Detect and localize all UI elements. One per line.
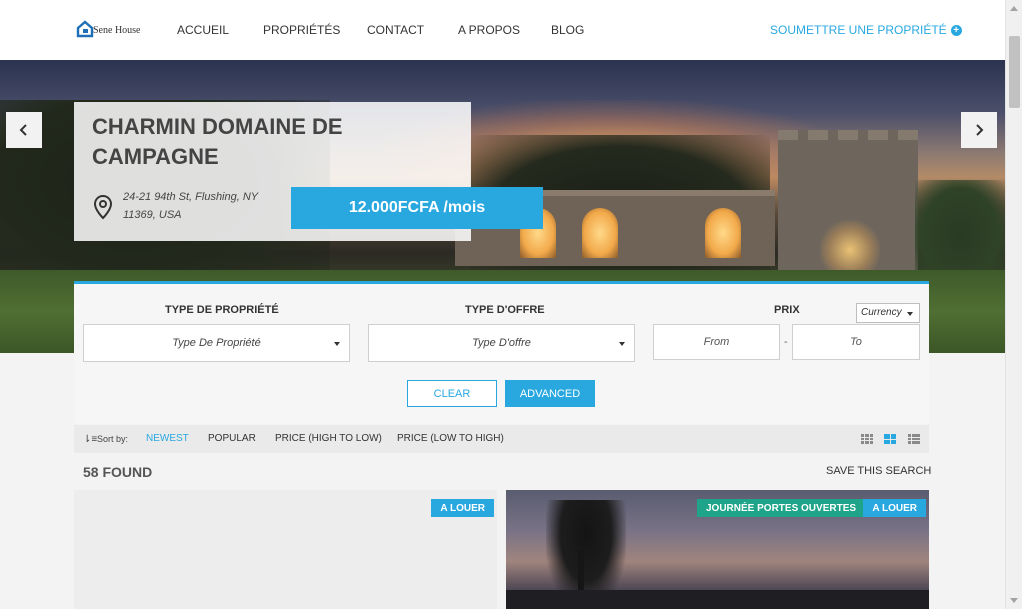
nav-proprietes[interactable]: PROPRIÉTÉS [263, 23, 367, 37]
logo-text: Sene House [93, 25, 141, 36]
chevron-right-icon [976, 124, 984, 136]
caret-down-icon [334, 342, 340, 346]
map-pin-icon [93, 194, 113, 220]
property-type-label: TYPE DE PROPRIÉTÉ [165, 304, 279, 316]
chevron-left-icon [19, 124, 27, 136]
price-to-input[interactable]: To [792, 324, 920, 360]
nav-contact[interactable]: CONTACT [367, 23, 458, 37]
site-logo[interactable]: Sene House [76, 18, 146, 40]
caret-down-icon [619, 342, 625, 346]
site-header: Sene House ACCUEIL PROPRIÉTÉS CONTACT A … [0, 0, 1005, 60]
scroll-down-icon[interactable] [1010, 598, 1018, 603]
property-card[interactable]: JOURNÉE PORTES OUVERTES A LOUER [506, 490, 929, 609]
list-view-icon[interactable] [908, 434, 920, 444]
hero-image-window [705, 208, 741, 258]
grid-small-view-icon[interactable] [861, 434, 873, 444]
clear-button[interactable]: CLEAR [407, 380, 497, 407]
featured-property-price: 12.000FCFA /mois [291, 187, 543, 229]
sort-bar: ⇂≡ Sort by: NEWEST POPULAR PRICE (HIGH T… [74, 425, 929, 453]
property-type-select[interactable]: Type De Propriété [83, 324, 350, 362]
slider-prev-button[interactable] [6, 112, 42, 148]
sort-option-newest[interactable]: NEWEST [146, 433, 189, 444]
results-count: 58 FOUND [83, 464, 153, 480]
card-image-ground [506, 590, 929, 609]
page-scrollbar[interactable] [1005, 0, 1022, 609]
scroll-thumb[interactable] [1009, 36, 1020, 108]
featured-property-address: 24-21 94th St, Flushing, NY 11369, USA [123, 191, 258, 221]
submit-property-label: SOUMETTRE UNE PROPRIÉTÉ [770, 23, 947, 37]
caret-down-icon [907, 312, 913, 316]
status-badge: A LOUER [863, 499, 926, 517]
price-from-input[interactable]: From [653, 324, 780, 360]
plus-circle-icon: + [950, 24, 962, 36]
slider-next-button[interactable] [961, 112, 997, 148]
offer-type-value: Type D'offre [472, 337, 531, 349]
currency-value: Currency [861, 307, 902, 318]
nav-blog[interactable]: BLOG [551, 23, 584, 37]
save-search-link[interactable]: SAVE THIS SEARCH [826, 465, 931, 477]
sort-label: Sort by: [97, 434, 129, 444]
open-house-badge: JOURNÉE PORTES OUVERTES [697, 499, 866, 517]
hero-image-window [582, 208, 618, 258]
sort-option-popular[interactable]: POPULAR [208, 433, 256, 444]
scroll-up-icon[interactable] [1010, 6, 1018, 11]
offer-type-label: TYPE D'OFFRE [465, 304, 545, 316]
advanced-button[interactable]: ADVANCED [505, 380, 595, 407]
property-search-panel: TYPE DE PROPRIÉTÉ Type De Propriété TYPE… [74, 281, 929, 424]
property-type-value: Type De Propriété [172, 337, 261, 349]
featured-property-title[interactable]: CHARMIN DOMAINE DE CAMPAGNE [92, 112, 392, 172]
nav-accueil[interactable]: ACCUEIL [177, 23, 263, 37]
property-card[interactable]: A LOUER [74, 490, 497, 609]
house-logo-icon [76, 20, 94, 38]
sort-option-price-low-high[interactable]: PRICE (LOW TO HIGH) [397, 433, 504, 444]
offer-type-select[interactable]: Type D'offre [368, 324, 635, 362]
submit-property-link[interactable]: SOUMETTRE UNE PROPRIÉTÉ + [770, 23, 962, 37]
main-nav: ACCUEIL PROPRIÉTÉS CONTACT A PROPOS BLOG [177, 23, 584, 37]
status-badge: A LOUER [431, 499, 494, 517]
price-label: PRIX [774, 304, 800, 316]
sort-option-price-high-low[interactable]: PRICE (HIGH TO LOW) [275, 433, 382, 444]
currency-select[interactable]: Currency [856, 303, 920, 323]
range-separator: - [784, 336, 788, 348]
sort-icon: ⇂≡ [83, 434, 98, 445]
nav-a-propos[interactable]: A PROPOS [458, 23, 551, 37]
grid-large-view-icon[interactable] [884, 434, 896, 444]
